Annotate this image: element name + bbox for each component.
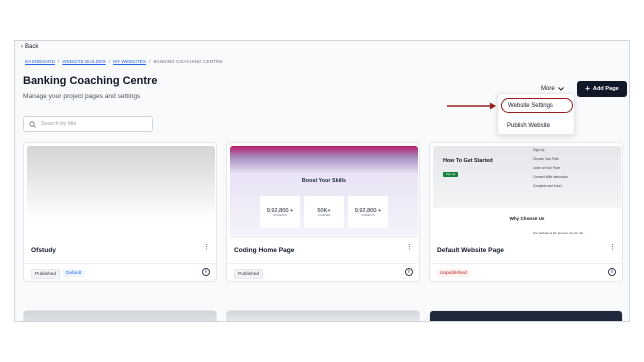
page-name: Default Website Page [437, 247, 504, 254]
page-card-ofstudy[interactable]: Ofstudy ⋮ Published Default i [23, 142, 217, 282]
plus-icon: + [585, 84, 590, 93]
preview-heading: Boost Your Skills [301, 178, 347, 184]
default-badge: Default [63, 269, 85, 277]
kebab-menu-icon[interactable]: ⋮ [203, 243, 210, 251]
stat-label: STUDENTS [273, 213, 287, 217]
breadcrumb-separator: / [108, 59, 111, 64]
page-card-partial[interactable] [429, 310, 623, 321]
info-icon[interactable]: i [608, 268, 616, 276]
breadcrumb-dashboard[interactable]: DASHBOARD [25, 59, 55, 64]
preview-stat: 9,92,800 + STUDENTS [260, 196, 300, 228]
page-title: Banking Coaching Centre [23, 75, 158, 87]
chevron-down-icon [557, 87, 564, 91]
page-name: Ofstudy [31, 247, 56, 254]
preview-stats: 9,92,800 + STUDENTS 50K+ COURSES 9,92,80… [260, 196, 388, 228]
stat-label: SUBJECTS [361, 213, 375, 217]
preview-step: Complete and Excel [533, 184, 562, 188]
preview-heading: How To Get Started [443, 158, 493, 164]
info-icon[interactable]: i [202, 268, 210, 276]
add-page-label: Add Page [592, 86, 619, 92]
page-card-partial[interactable] [23, 310, 217, 321]
preview-stat: 9,92,800 + SUBJECTS [348, 196, 388, 228]
preview-step: Learn at Your Pace [533, 166, 561, 170]
preview-step: Sign Up [533, 148, 545, 152]
status-badge: Published [234, 269, 264, 279]
preview-hero: How To Get Started Sign Up Sign Up Choos… [433, 146, 621, 208]
preview-steps: Sign Up Choose Your Path Learn at Your P… [533, 148, 568, 188]
page-subtitle: Manage your project pages and settings [23, 93, 141, 100]
breadcrumb-my-websites[interactable]: MY WEBSITES [113, 59, 146, 64]
add-page-button[interactable]: + Add Page [577, 81, 627, 97]
preview-button: Sign Up [443, 172, 459, 177]
breadcrumb-separator: / [149, 59, 151, 64]
page-card-partial[interactable] [226, 310, 420, 321]
page-name: Coding Home Page [234, 247, 295, 254]
kebab-menu-icon[interactable]: ⋮ [609, 243, 616, 251]
more-dropdown-menu: Website Settings Publish Website [497, 93, 575, 135]
preview-section-title: Why Choose Us [509, 216, 545, 221]
breadcrumb-separator: / [58, 59, 60, 64]
preview-step: Choose Your Path [533, 157, 559, 161]
page-thumbnail: Boost Your Skills 9,92,800 + STUDENTS 50… [230, 146, 418, 238]
status-badge: Published [31, 269, 61, 279]
breadcrumb-current: BANKING COACHING CENTRE [153, 59, 223, 64]
page-thumbnail: How To Get Started Sign Up Sign Up Choos… [433, 146, 621, 238]
kebab-menu-icon[interactable]: ⋮ [406, 243, 413, 251]
back-label: Back [25, 44, 39, 50]
status-badge: Unpublished [437, 269, 470, 277]
page-card-coding-home[interactable]: Boost Your Skills 9,92,800 + STUDENTS 50… [226, 142, 420, 282]
more-label: More [541, 86, 555, 92]
browser-frame: ‹ Back DASHBOARD / WEBSITE BUILDER / MY … [14, 40, 630, 322]
menu-item-publish-website[interactable]: Publish Website [501, 118, 573, 133]
back-link[interactable]: ‹ Back [21, 44, 38, 50]
page-thumbnail [27, 146, 215, 238]
search-icon [29, 120, 36, 128]
chevron-left-icon: ‹ [21, 44, 23, 50]
breadcrumb-website-builder[interactable]: WEBSITE BUILDER [62, 59, 105, 64]
breadcrumb: DASHBOARD / WEBSITE BUILDER / MY WEBSITE… [25, 59, 223, 64]
menu-item-website-settings[interactable]: Website Settings [501, 98, 573, 113]
page-card-default-website[interactable]: How To Get Started Sign Up Sign Up Choos… [429, 142, 623, 282]
stat-label: COURSES [317, 213, 331, 217]
info-icon[interactable]: i [405, 268, 413, 276]
preview-footnote: Our website is the premier one for the..… [533, 231, 586, 235]
preview-stat: 50K+ COURSES [304, 196, 344, 228]
search-input[interactable] [41, 121, 141, 127]
preview-step: Connect With Instructors [533, 175, 568, 179]
search-box [23, 116, 153, 132]
annotation-arrow-icon [447, 102, 496, 110]
